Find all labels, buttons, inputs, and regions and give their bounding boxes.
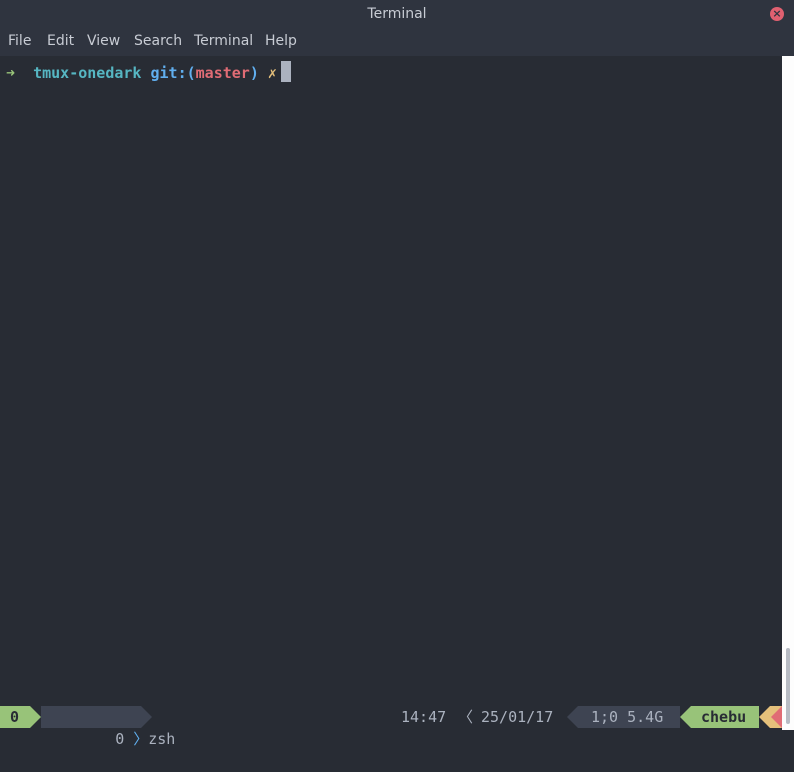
shell-prompt: ➜ tmux-onedark git:(master) ✗: [6, 61, 291, 82]
git-suffix: ): [249, 64, 259, 82]
menu-view[interactable]: View: [87, 33, 120, 49]
current-directory: tmux-onedark: [33, 64, 142, 82]
menu-file[interactable]: File: [8, 33, 31, 49]
separator-left: [771, 706, 782, 728]
window-title: Terminal: [367, 6, 427, 22]
menu-help[interactable]: Help: [265, 33, 297, 49]
menu-search[interactable]: Search: [134, 33, 182, 49]
window-index: 0: [115, 730, 125, 748]
window-tab[interactable]: 0 〉zsh: [41, 706, 175, 748]
date: 25/01/17: [481, 708, 554, 726]
separator-left: [759, 706, 770, 728]
separator-left: 〈: [458, 708, 474, 726]
hostname: chebu: [691, 706, 759, 728]
git-branch: master: [195, 64, 250, 82]
separator-right: [141, 706, 152, 728]
text-cursor: [280, 61, 291, 82]
scrollbar-thumb[interactable]: [786, 648, 790, 724]
prompt-arrow-icon: ➜: [6, 64, 16, 82]
menu-bar: File Edit View Search Terminal Help: [0, 28, 794, 56]
menu-edit[interactable]: Edit: [47, 33, 74, 49]
git-dirty-icon: ✗: [267, 64, 277, 82]
separator-left: [680, 706, 691, 728]
clock-time: 14:47: [401, 708, 447, 726]
title-bar: Terminal ×: [0, 0, 794, 28]
terminal-area[interactable]: ➜ tmux-onedark git:(master) ✗ 0 0 〉zsh 1…: [0, 56, 782, 748]
window-name: zsh: [148, 730, 176, 748]
separator-right: [30, 706, 41, 728]
menu-terminal[interactable]: Terminal: [194, 33, 253, 49]
git-prefix: git:(: [150, 64, 196, 82]
tmux-status-bar: 0 0 〉zsh 14:47 〈 25/01/17 1;0 5.4G chebu: [0, 706, 782, 748]
session-name[interactable]: 0: [0, 706, 30, 728]
separator-left: [567, 706, 578, 728]
scrollbar[interactable]: [782, 56, 794, 730]
system-stats: 1;0 5.4G: [578, 706, 680, 728]
close-icon[interactable]: ×: [770, 7, 784, 21]
